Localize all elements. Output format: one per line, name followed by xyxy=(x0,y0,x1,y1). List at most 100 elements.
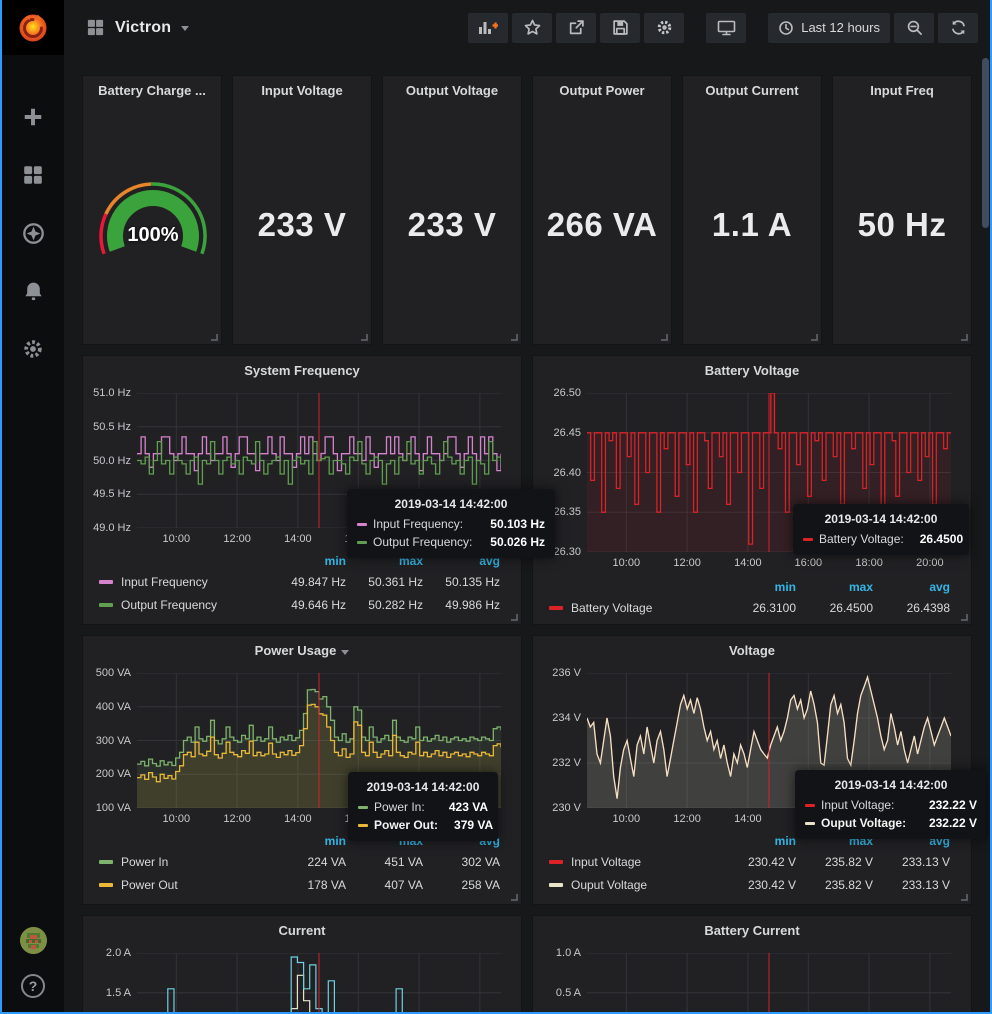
panel-title[interactable]: Output Power xyxy=(533,83,671,98)
x-axis-tick: 18:00 xyxy=(847,557,891,569)
zoom-out-button[interactable] xyxy=(894,13,934,43)
legend-header-min[interactable]: min xyxy=(719,834,796,848)
legend-row[interactable]: Power Out178 VA407 VA258 VA xyxy=(95,873,500,896)
tooltip-label: Input Frequency: xyxy=(373,517,463,531)
panel-resize-handle[interactable] xyxy=(511,894,518,901)
panel-input-voltage-stat: Input Voltage 233 V xyxy=(232,75,372,345)
legend-row[interactable]: Input Frequency49.847 Hz50.361 Hz50.135 … xyxy=(95,570,500,593)
help-button[interactable]: ? xyxy=(21,974,45,998)
series-swatch xyxy=(549,860,563,864)
panel-title[interactable]: Voltage xyxy=(533,643,971,658)
panel-output-voltage-stat: Output Voltage 233 V xyxy=(382,75,522,345)
panel-battery-voltage: Battery Voltage minmaxavg Battery Voltage… xyxy=(532,355,972,625)
tooltip-value: 423 VA xyxy=(433,800,488,814)
legend-value: 235.82 V xyxy=(796,855,873,869)
panel-title[interactable]: Battery Voltage xyxy=(533,363,971,378)
panel-title[interactable]: Battery Current xyxy=(533,923,971,938)
panel-title[interactable]: System Frequency xyxy=(83,363,521,378)
panel-resize-handle[interactable] xyxy=(661,334,668,341)
legend-header-max[interactable]: max xyxy=(796,580,873,594)
grafana-flame-icon xyxy=(15,10,51,46)
refresh-button[interactable] xyxy=(938,13,978,43)
legend-row[interactable]: Ouput Voltage230.42 V235.82 V233.13 V xyxy=(545,873,950,896)
legend-row[interactable]: Output Frequency49.646 Hz50.282 Hz49.986… xyxy=(95,593,500,616)
legend-value: 50.361 Hz xyxy=(346,575,423,589)
user-avatar[interactable] xyxy=(20,927,47,954)
panel-title[interactable]: Input Voltage xyxy=(233,83,371,98)
scrollbar-thumb[interactable] xyxy=(982,58,989,228)
legend-value: 302 VA xyxy=(423,855,500,869)
legend-series: Battery Voltage xyxy=(545,601,719,615)
dashboard-title-dropdown[interactable]: Victron xyxy=(86,18,189,37)
dashboards-button[interactable] xyxy=(16,158,50,192)
panel-input-freq-stat: Input Freq 50 Hz xyxy=(832,75,972,345)
tooltip-row: Output Frequency: 50.026 Hz xyxy=(357,535,545,549)
legend-value: 235.82 V xyxy=(796,878,873,892)
panel-title-dropdown[interactable]: Power Usage xyxy=(83,643,521,658)
panel-resize-handle[interactable] xyxy=(361,334,368,341)
chart-legend: minmaxavgInput Frequency49.847 Hz50.361 … xyxy=(95,552,511,616)
panel-title-text: Current xyxy=(279,923,326,938)
series-name: Power In xyxy=(121,855,168,869)
panel-title[interactable]: Battery Charge ... xyxy=(83,83,221,98)
legend-header-min[interactable]: min xyxy=(269,834,346,848)
y-axis-tick: 230 V xyxy=(537,802,581,814)
panel-resize-handle[interactable] xyxy=(211,334,218,341)
legend-header-avg[interactable]: avg xyxy=(873,580,950,594)
panel-output-power-stat: Output Power 266 VA xyxy=(532,75,672,345)
star-button[interactable] xyxy=(512,13,552,43)
panel-power-usage: Power Usage minmaxavgPower In224 VA451 V… xyxy=(82,635,522,905)
legend-value: 49.847 Hz xyxy=(269,575,346,589)
panel-resize-handle[interactable] xyxy=(961,614,968,621)
tooltip-value: 50.026 Hz xyxy=(474,535,545,549)
legend-row[interactable]: Battery Voltage26.310026.450026.4398 xyxy=(545,596,950,619)
save-button[interactable] xyxy=(600,13,640,43)
series-swatch xyxy=(358,824,368,827)
panel-title[interactable]: Input Freq xyxy=(833,83,971,98)
panel-resize-handle[interactable] xyxy=(511,614,518,621)
dashboard-title: Victron xyxy=(115,19,171,37)
cycle-view-button[interactable] xyxy=(706,13,746,43)
legend-value: 258 VA xyxy=(423,878,500,892)
stat-value: 50 Hz xyxy=(833,206,971,244)
y-axis-tick: 49.0 Hz xyxy=(87,522,131,534)
alerting-button[interactable] xyxy=(16,274,50,308)
panel-title[interactable]: Output Voltage xyxy=(383,83,521,98)
add-panel-icon xyxy=(478,20,498,36)
grafana-logo[interactable] xyxy=(2,0,64,55)
panel-title[interactable]: Current xyxy=(83,923,521,938)
series-swatch xyxy=(357,523,367,526)
time-range-picker[interactable]: Last 12 hours xyxy=(768,13,890,43)
x-axis-tick: 12:00 xyxy=(215,813,259,825)
panel-battery-current: Battery Current 1.0 A0.5 A0 A-0.5 A-1.0 … xyxy=(532,915,972,1014)
gear-icon xyxy=(656,19,673,36)
current-chart[interactable] xyxy=(137,953,501,1014)
panel-resize-handle[interactable] xyxy=(511,334,518,341)
legend-value: 50.135 Hz xyxy=(423,575,500,589)
panel-title[interactable]: Output Current xyxy=(683,83,821,98)
explore-button[interactable] xyxy=(16,216,50,250)
legend-header-min[interactable]: min xyxy=(269,554,346,568)
panel-resize-handle[interactable] xyxy=(811,334,818,341)
share-icon xyxy=(568,19,585,36)
create-button[interactable] xyxy=(16,100,50,134)
legend-value: 49.646 Hz xyxy=(269,598,346,612)
panel-resize-handle[interactable] xyxy=(961,334,968,341)
configuration-button[interactable] xyxy=(16,332,50,366)
panel-settings-button[interactable] xyxy=(644,13,684,43)
tooltip-value: 232.22 V xyxy=(913,798,977,812)
add-panel-button[interactable] xyxy=(468,13,508,43)
panel-title-text: Output Voltage xyxy=(406,83,498,98)
share-button[interactable] xyxy=(556,13,596,43)
battery-current-chart[interactable] xyxy=(587,953,951,1014)
legend-header-min[interactable]: min xyxy=(719,580,796,594)
stat-value: 233 V xyxy=(233,206,371,244)
panel-resize-handle[interactable] xyxy=(961,894,968,901)
legend-row[interactable]: Input Voltage230.42 V235.82 V233.13 V xyxy=(545,850,950,873)
sidebar: ? xyxy=(2,0,64,1012)
legend-row[interactable]: Power In224 VA451 VA302 VA xyxy=(95,850,500,873)
series-swatch xyxy=(357,541,367,544)
panel-title-text: System Frequency xyxy=(244,363,360,378)
star-icon xyxy=(524,19,541,36)
tooltip-row: Input Voltage: 232.22 V xyxy=(805,798,977,812)
